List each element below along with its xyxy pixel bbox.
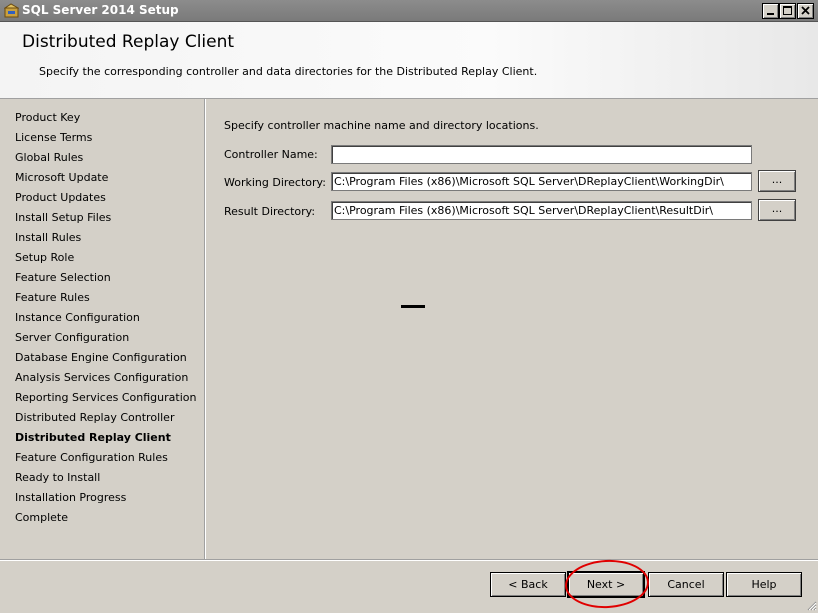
title-bar: SQL Server 2014 Setup [0,0,818,22]
nav-item-feature-configuration-rules[interactable]: Feature Configuration Rules [15,451,168,469]
result-directory-label: Result Directory: [224,205,316,218]
working-directory-input[interactable]: C:\Program Files (x86)\Microsoft SQL Ser… [331,172,752,191]
content-area: Product Key License Terms Global Rules M… [0,99,818,560]
nav-item-microsoft-update[interactable]: Microsoft Update [15,171,108,189]
working-directory-label: Working Directory: [224,176,326,189]
nav-item-reporting-services-configuration[interactable]: Reporting Services Configuration [15,391,196,409]
result-directory-browse-button[interactable]: ... [758,199,796,221]
cancel-button[interactable]: Cancel [648,572,724,597]
controller-name-input[interactable] [331,145,752,164]
nav-item-feature-rules[interactable]: Feature Rules [15,291,90,309]
nav-item-setup-role[interactable]: Setup Role [15,251,74,269]
nav-item-distributed-replay-client[interactable]: Distributed Replay Client [15,431,171,449]
footer-button-bar: < Back Next > Cancel Help [0,560,818,613]
nav-item-license-terms[interactable]: License Terms [15,131,92,149]
back-button[interactable]: < Back [490,572,566,597]
maximize-button[interactable] [779,3,796,19]
nav-item-complete[interactable]: Complete [15,511,68,529]
maximize-icon [783,6,792,15]
nav-item-analysis-services-configuration[interactable]: Analysis Services Configuration [15,371,188,389]
instruction-text: Specify controller machine name and dire… [224,119,539,132]
window-title: SQL Server 2014 Setup [22,3,179,17]
page-header: Distributed Replay Client Specify the co… [0,22,818,99]
nav-item-database-engine-configuration[interactable]: Database Engine Configuration [15,351,187,369]
result-directory-input[interactable]: C:\Program Files (x86)\Microsoft SQL Ser… [331,201,752,220]
working-directory-browse-button[interactable]: ... [758,170,796,192]
setup-steps-nav: Product Key License Terms Global Rules M… [0,99,205,560]
nav-item-instance-configuration[interactable]: Instance Configuration [15,311,140,329]
nav-item-server-configuration[interactable]: Server Configuration [15,331,129,349]
nav-item-product-key[interactable]: Product Key [15,111,80,129]
sql-setup-app-icon [4,3,19,18]
page-subtitle: Specify the corresponding controller and… [39,65,538,78]
help-button[interactable]: Help [726,572,802,597]
main-panel: Specify controller machine name and dire… [205,99,818,560]
nav-item-global-rules[interactable]: Global Rules [15,151,83,169]
minimize-button[interactable] [762,3,779,19]
close-icon [801,6,810,15]
nav-item-installation-progress[interactable]: Installation Progress [15,491,126,509]
page-title: Distributed Replay Client [22,32,235,52]
nav-item-product-updates[interactable]: Product Updates [15,191,106,209]
nav-item-ready-to-install[interactable]: Ready to Install [15,471,100,489]
nav-item-feature-selection[interactable]: Feature Selection [15,271,111,289]
nav-item-install-rules[interactable]: Install Rules [15,231,81,249]
controller-name-label: Controller Name: [224,148,318,161]
close-button[interactable] [797,3,814,19]
resize-grip-icon[interactable] [805,599,817,611]
nav-item-distributed-replay-controller[interactable]: Distributed Replay Controller [15,411,174,429]
mouse-cursor [401,305,425,308]
nav-item-install-setup-files[interactable]: Install Setup Files [15,211,111,229]
minimize-icon [767,13,774,15]
